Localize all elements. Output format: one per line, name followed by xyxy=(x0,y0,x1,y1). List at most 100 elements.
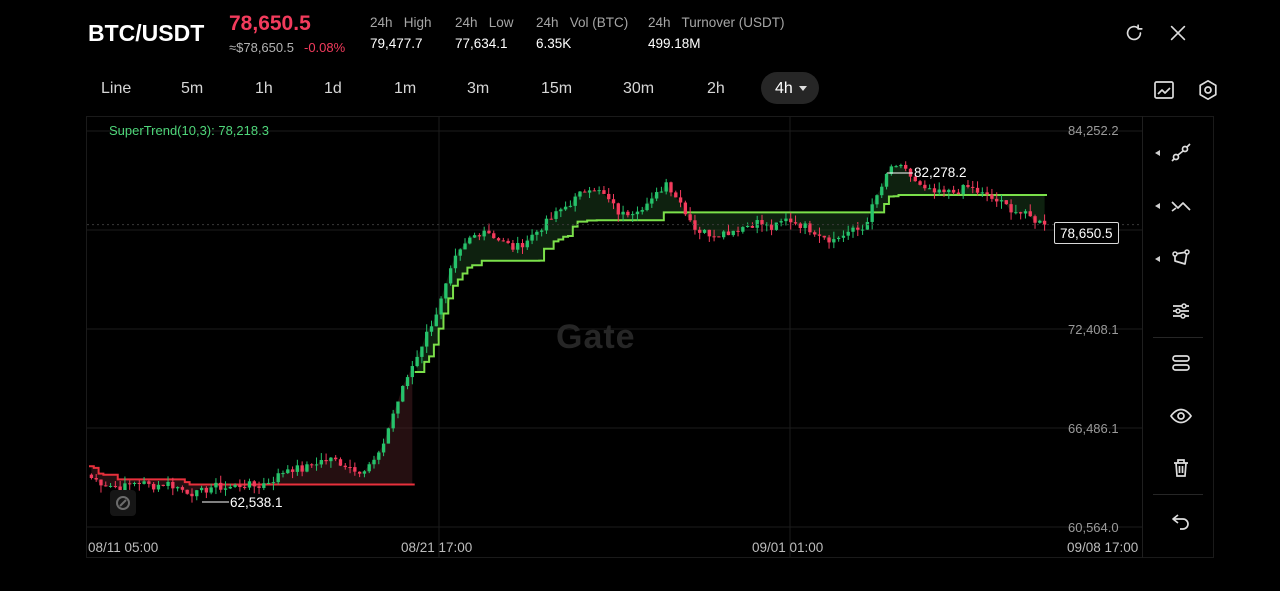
candle-body xyxy=(760,220,764,225)
settings-icon[interactable] xyxy=(1196,78,1220,102)
candle-body xyxy=(726,231,731,236)
tab-5m[interactable]: 5m xyxy=(181,80,203,98)
candle-body xyxy=(975,187,980,193)
tab-1d[interactable]: 1d xyxy=(324,80,342,98)
candle-body xyxy=(300,465,304,472)
candle-body xyxy=(630,214,635,216)
candle-body xyxy=(736,230,740,232)
x-axis-tick: 08/11 05:00 xyxy=(88,540,159,555)
tab-1h[interactable]: 1h xyxy=(255,80,273,98)
candle-body xyxy=(640,210,644,212)
y-axis-tick: 66,486.1 xyxy=(1068,421,1119,436)
candle-body xyxy=(698,229,702,233)
candle-body xyxy=(525,240,529,248)
drawing-toolbar xyxy=(1142,116,1214,558)
candle-body xyxy=(621,211,625,215)
candle-body xyxy=(961,185,965,195)
chart-logo-button[interactable] xyxy=(110,490,136,516)
layers-icon[interactable] xyxy=(1169,351,1193,375)
tab-1m[interactable]: 1m xyxy=(394,80,416,98)
x-axis-tick: 09/01 01:00 xyxy=(752,540,824,555)
candle-body xyxy=(228,486,232,489)
candle-body xyxy=(233,484,237,487)
candle-body xyxy=(166,481,170,486)
candle-body xyxy=(295,465,300,472)
candle-body xyxy=(147,481,151,484)
candle-body xyxy=(803,223,807,229)
candle-body xyxy=(386,428,391,444)
candle-body xyxy=(266,482,271,484)
candle-body xyxy=(674,192,678,198)
candle-body xyxy=(477,235,482,237)
candle-body xyxy=(1009,204,1013,213)
candle-body xyxy=(396,401,400,414)
candle-body xyxy=(348,467,352,469)
candle-body xyxy=(870,204,874,222)
candle-body xyxy=(271,482,276,484)
candle-body xyxy=(132,483,137,485)
candle-body xyxy=(185,489,189,494)
candle-body xyxy=(377,452,381,460)
candle-body xyxy=(1028,211,1032,217)
price-chart[interactable] xyxy=(86,116,1214,558)
tab-line[interactable]: Line xyxy=(101,80,131,98)
candle-body xyxy=(290,469,295,472)
candle-body xyxy=(458,249,462,256)
y-axis-tick: 72,408.1 xyxy=(1068,322,1119,337)
line-tool-icon[interactable] xyxy=(1169,141,1193,165)
candle-body xyxy=(506,240,510,244)
expand-caret-icon[interactable] xyxy=(1155,256,1160,262)
pair-title[interactable]: BTC/USDT xyxy=(88,20,204,47)
tab-30m[interactable]: 30m xyxy=(623,80,654,98)
candle-body xyxy=(439,298,443,315)
tab-3m[interactable]: 3m xyxy=(467,80,489,98)
candle-body xyxy=(918,181,922,185)
candle-body xyxy=(252,481,256,487)
candle-body xyxy=(750,226,755,228)
candle-body xyxy=(932,188,937,193)
expand-caret-icon[interactable] xyxy=(1155,203,1160,209)
candle-body xyxy=(405,377,410,387)
candle-body xyxy=(219,482,223,490)
candle-body xyxy=(927,188,932,190)
candle-body xyxy=(947,189,951,193)
stat-label: 24h Vol (BTC) xyxy=(536,15,629,30)
chart-style-icon[interactable] xyxy=(1152,78,1176,102)
candle-body xyxy=(156,484,161,490)
candle-body xyxy=(161,484,165,486)
candle-body xyxy=(362,471,367,474)
candle-body xyxy=(717,236,721,238)
candle-body xyxy=(238,484,242,488)
visibility-icon[interactable] xyxy=(1169,404,1193,428)
shape-tool-icon[interactable] xyxy=(1169,246,1193,270)
candle-body xyxy=(420,346,424,357)
indicator-settings-icon[interactable] xyxy=(1169,299,1193,323)
candle-body xyxy=(242,487,247,489)
delete-icon[interactable] xyxy=(1169,456,1193,480)
candle-body xyxy=(1014,212,1018,214)
tab-15m[interactable]: 15m xyxy=(541,80,572,98)
expand-caret-icon[interactable] xyxy=(1155,150,1160,156)
candle-body xyxy=(956,192,961,195)
candle-body xyxy=(429,326,434,332)
candle-body xyxy=(539,230,544,232)
supertrend-indicator-label[interactable]: SuperTrend(10,3): 78,218.3 xyxy=(109,123,269,138)
candle-body xyxy=(688,214,692,221)
toolbar-divider xyxy=(1153,494,1203,495)
candle-body xyxy=(841,235,846,238)
candle-body xyxy=(607,193,611,200)
close-icon[interactable] xyxy=(1167,22,1189,44)
tab-2h[interactable]: 2h xyxy=(707,80,725,98)
candle-body xyxy=(151,483,156,490)
stat-24h-low: 24h Low 77,634.1 xyxy=(455,15,514,51)
trend-tool-icon[interactable] xyxy=(1169,194,1193,218)
candle-body xyxy=(329,457,333,462)
undo-icon[interactable] xyxy=(1169,509,1193,533)
candle-body xyxy=(832,239,836,243)
fiat-price: ≈$78,650.5 xyxy=(229,40,294,55)
tab-4h-dropdown[interactable]: 4h xyxy=(761,72,819,104)
candle-body xyxy=(1004,200,1008,205)
candle-body xyxy=(650,198,654,204)
refresh-icon[interactable] xyxy=(1123,22,1145,44)
stat-value: 77,634.1 xyxy=(455,36,508,51)
